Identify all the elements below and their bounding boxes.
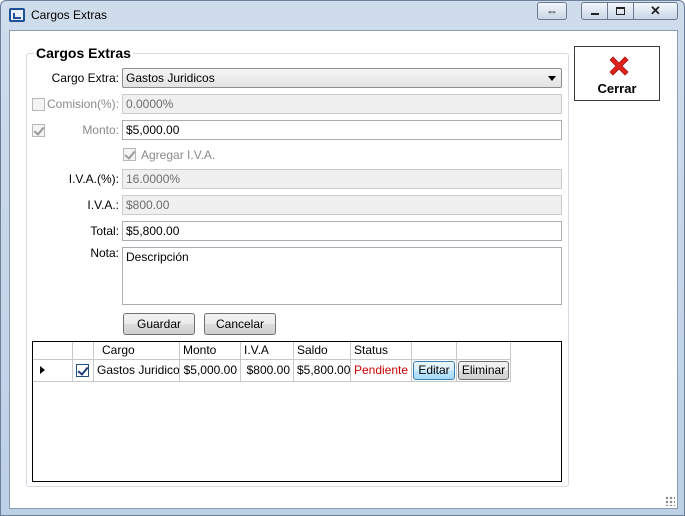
cell-saldo[interactable]: $5,800.00 <box>294 360 351 382</box>
title-bar[interactable]: Cargos Extras ⇔ ✕ <box>1 1 684 29</box>
close-button[interactable]: ✕ <box>634 2 678 20</box>
cargo-extra-value: Gastos Juridicos <box>126 71 215 85</box>
cell-monto[interactable]: $5,000.00 <box>180 360 241 382</box>
row-header-corner <box>33 342 73 360</box>
maximize-button[interactable] <box>608 2 634 20</box>
row-checkbox-cell[interactable] <box>73 360 94 382</box>
total-field[interactable]: $5,800.00 <box>122 221 562 241</box>
current-row-arrow-icon <box>40 366 45 374</box>
resize-grip-icon[interactable] <box>665 496 675 506</box>
nota-textarea[interactable]: Descripción <box>122 247 562 305</box>
iva-field[interactable]: $800.00 <box>122 195 562 215</box>
window-title: Cargos Extras <box>31 8 108 22</box>
client-area: Cargos Extras Cargo Extra: Gastos Juridi… <box>9 30 678 509</box>
cerrar-label: Cerrar <box>597 81 637 96</box>
iva-label: I.V.A.: <box>87 198 119 212</box>
column-header-cargo[interactable]: Cargo <box>94 342 180 360</box>
grid-header: Cargo Monto I.V.A Saldo Status <box>33 342 511 360</box>
row-header[interactable] <box>33 360 73 382</box>
agregar-iva-label: Agregar I.V.A. <box>141 148 216 162</box>
total-label: Total: <box>90 224 119 238</box>
iva-pct-label: I.V.A.(%): <box>68 172 119 186</box>
minimize-icon <box>590 13 599 15</box>
column-header-eliminar <box>457 342 511 360</box>
maximize-icon <box>616 7 625 15</box>
row-checkbox[interactable] <box>76 364 89 377</box>
guardar-button[interactable]: Guardar <box>123 313 195 335</box>
cerrar-button[interactable]: Cerrar <box>574 46 660 101</box>
cargo-extra-label: Cargo Extra: <box>51 71 119 85</box>
cargo-extra-select[interactable]: Gastos Juridicos <box>122 68 562 88</box>
monto-field[interactable]: $5,000.00 <box>122 120 562 140</box>
cargos-grid[interactable]: Cargo Monto I.V.A Saldo Status Gastos Ju… <box>32 341 562 482</box>
cell-status[interactable]: Pendiente <box>351 360 412 382</box>
nota-label: Nota: <box>90 246 119 260</box>
table-row[interactable]: Gastos Juridicos $5,000.00 $800.00 $5,80… <box>33 360 511 382</box>
column-header-iva[interactable]: I.V.A <box>241 342 294 360</box>
cancelar-button[interactable]: Cancelar <box>204 313 276 335</box>
close-icon: ✕ <box>650 3 661 18</box>
comision-label: Comision(%): <box>46 97 119 111</box>
check-column-header <box>73 342 94 360</box>
app-icon <box>9 8 25 22</box>
comision-field[interactable]: 0.0000% <box>122 94 562 114</box>
cell-editar: Editar <box>412 360 457 382</box>
resize-icon[interactable]: ⇔ <box>537 2 567 20</box>
iva-pct-field[interactable]: 16.0000% <box>122 169 562 189</box>
close-x-icon <box>609 56 629 76</box>
group-title: Cargos Extras <box>34 45 133 61</box>
eliminar-button[interactable]: Eliminar <box>458 361 509 380</box>
column-header-saldo[interactable]: Saldo <box>294 342 351 360</box>
column-header-status[interactable]: Status <box>351 342 412 360</box>
agregar-iva-checkbox[interactable] <box>123 148 136 161</box>
cell-eliminar: Eliminar <box>457 360 511 382</box>
minimize-button[interactable] <box>581 2 608 20</box>
cargos-extras-window: Cargos Extras ⇔ ✕ Cargos Extras Cargo Ex… <box>0 0 685 516</box>
cell-cargo[interactable]: Gastos Juridicos <box>94 360 180 382</box>
editar-button[interactable]: Editar <box>413 361 455 380</box>
monto-label: Monto: <box>82 123 119 137</box>
cell-iva[interactable]: $800.00 <box>241 360 294 382</box>
column-header-monto[interactable]: Monto <box>180 342 241 360</box>
column-header-editar <box>412 342 457 360</box>
chevron-down-icon <box>548 76 556 81</box>
